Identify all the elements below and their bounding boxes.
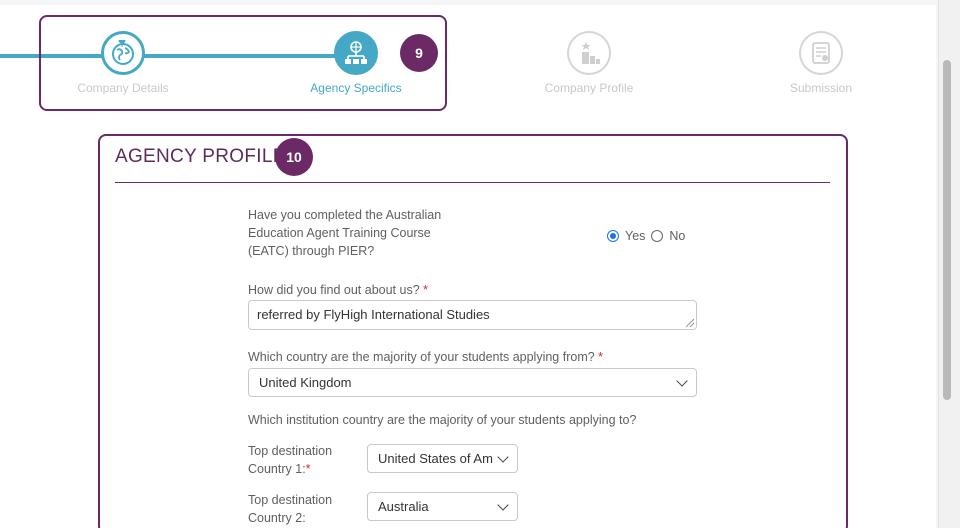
eatc-yes-label[interactable]: Yes xyxy=(625,229,645,243)
eatc-yes-radio[interactable] xyxy=(607,230,619,242)
step-label: Submission xyxy=(789,81,853,95)
destination-label: Which institution country are the majori… xyxy=(248,413,637,427)
podium-icon xyxy=(567,31,611,75)
origin-country-value: United Kingdom xyxy=(259,375,352,390)
chevron-down-icon xyxy=(676,374,688,387)
eatc-question: Have you completed the Australian Educat… xyxy=(248,208,442,258)
annotation-badge-9: 9 xyxy=(400,34,438,72)
referral-label: How did you find out about us? * xyxy=(248,281,428,299)
required-mark: * xyxy=(423,283,429,297)
dest1-country-select[interactable]: United States of Am xyxy=(367,444,518,473)
origin-country-select[interactable]: United Kingdom xyxy=(248,368,697,397)
annotation-box-steps xyxy=(39,15,447,111)
chevron-down-icon xyxy=(497,450,509,463)
certificate-icon xyxy=(799,31,843,75)
dest1-label: Top destination Country 1:* xyxy=(248,442,348,478)
step-label: Company Profile xyxy=(544,81,634,95)
scrollbar-thumb[interactable] xyxy=(943,60,951,400)
section-divider xyxy=(115,182,830,183)
required-mark: * xyxy=(305,462,311,476)
eatc-no-radio[interactable] xyxy=(651,230,664,242)
required-mark: * xyxy=(598,350,604,364)
resize-grip-icon[interactable] xyxy=(686,319,694,327)
dest2-label: Top destination Country 2: xyxy=(248,493,333,525)
dest1-label-text: Top destination Country 1: xyxy=(248,444,333,476)
origin-label: Which country are the majority of your s… xyxy=(248,348,603,366)
referral-value: referred by FlyHigh International Studie… xyxy=(257,307,490,322)
referral-textarea[interactable]: referred by FlyHigh International Studie… xyxy=(248,300,697,330)
dest2-country-value: Australia xyxy=(378,499,429,514)
eatc-radio-group: Yes No xyxy=(607,229,685,243)
step-company-profile[interactable]: Company Profile xyxy=(489,31,689,95)
annotation-badge-10: 10 xyxy=(275,138,313,176)
eatc-no-label[interactable]: No xyxy=(669,229,685,243)
chevron-down-icon xyxy=(497,498,509,511)
dest1-country-value: United States of Am xyxy=(378,451,493,466)
dest2-country-select[interactable]: Australia xyxy=(367,492,518,521)
origin-label-text: Which country are the majority of your s… xyxy=(248,350,595,364)
section-title: AGENCY PROFILE xyxy=(115,146,286,167)
referral-label-text: How did you find out about us? xyxy=(248,283,420,297)
registration-page: Company Details Agency Specifics Company… xyxy=(0,5,936,528)
step-submission[interactable]: Submission xyxy=(721,31,921,95)
